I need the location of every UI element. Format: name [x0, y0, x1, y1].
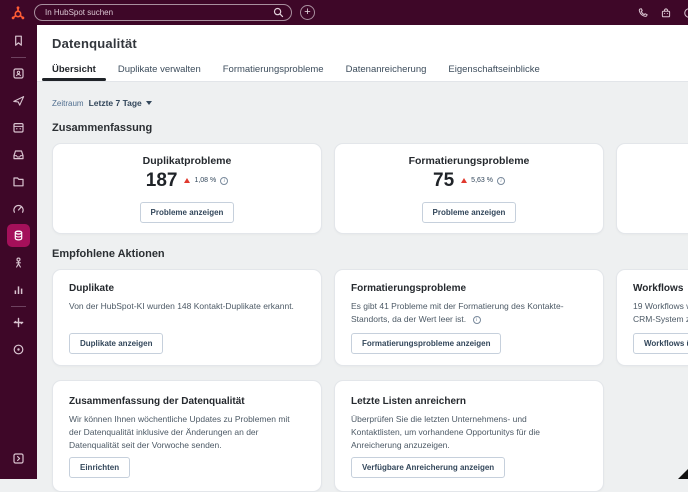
paper-plane-icon[interactable] [7, 89, 30, 112]
tab-uebersicht[interactable]: Übersicht [41, 58, 107, 81]
tab-eigenschaftseinblicke[interactable]: Eigenschaftseinblicke [437, 58, 550, 81]
timeframe-label: Zeitraum [52, 99, 84, 108]
main-content: Zeitraum Letzte 7 Tage Zusammenfassung D… [37, 82, 688, 479]
hubspot-logo-icon[interactable] [6, 5, 30, 21]
set-up-button[interactable]: Einrichten [69, 457, 130, 478]
summary-heading: Zusammenfassung [52, 122, 688, 134]
data-quality-summary-card: Zusammenfassung der Datenqualität Wir kö… [52, 380, 322, 492]
delta-value: 5,63 % [471, 177, 493, 184]
top-navigation-bar: In HubSpot suchen + [0, 0, 688, 25]
search-placeholder-text: In HubSpot suchen [45, 8, 113, 17]
bottom-card-row: Zusammenfassung der Datenqualität Wir kö… [52, 380, 688, 492]
calendar-icon[interactable] [7, 116, 30, 139]
sidebar-divider [11, 57, 26, 58]
card-title: Duplikate [69, 283, 305, 294]
tab-datenanreicherung[interactable]: Datenanreicherung [335, 58, 438, 81]
tab-formatierungsprobleme[interactable]: Formatierungsprobleme [212, 58, 335, 81]
review-workflows-button[interactable]: Workflows übe [633, 333, 688, 354]
delta-value: 1,08 % [194, 177, 216, 184]
actions-card-row: Duplikate Von der HubSpot-KI wurden 148 … [52, 269, 688, 366]
show-formatting-issues-button[interactable]: Formatierungsprobleme anzeigen [351, 333, 501, 354]
formatting-action-card: Formatierungsprobleme Es gibt 41 Problem… [334, 269, 604, 366]
timeframe-select[interactable]: Letzte 7 Tage [89, 98, 142, 108]
show-duplicates-button[interactable]: Duplikate anzeigen [69, 333, 163, 354]
card-title: Workflows [633, 283, 688, 294]
card-title: Duplikatprobleme [143, 155, 232, 167]
info-icon[interactable]: i [220, 177, 228, 185]
enrich-lists-card: Letzte Listen anreichern Überprüfen Sie … [334, 380, 604, 492]
card-title: Formatierungsprobleme [351, 283, 587, 294]
card-body: 19 Workflows werde CRM-System zu sch [633, 300, 688, 326]
duplicate-issues-count: 187 [146, 170, 178, 192]
marketplace-icon[interactable] [660, 7, 672, 19]
database-icon[interactable] [7, 224, 30, 247]
bar-chart-icon[interactable] [7, 278, 30, 301]
clock-icon[interactable] [683, 7, 688, 19]
card-title: Letzte Listen anreichern [351, 396, 587, 407]
card-body: Wir können Ihnen wöchentliche Updates zu… [69, 413, 297, 453]
duplicate-issues-card: Duplikatprobleme 187 1,08 % i Probleme a… [52, 143, 322, 234]
delta-up-icon [184, 178, 190, 183]
sidebar-divider [11, 306, 26, 307]
global-search-input[interactable]: In HubSpot suchen [34, 4, 292, 21]
timeframe-row: Zeitraum Letzte 7 Tage [52, 98, 688, 108]
show-issues-button[interactable]: Probleme anzeigen [140, 202, 235, 223]
card-body: Von der HubSpot-KI wurden 148 Kontakt-Du… [69, 300, 297, 313]
card-title: Formatierungsprobleme [409, 155, 530, 167]
page-title: Datenqualität [52, 36, 137, 51]
collapse-icon[interactable] [7, 447, 30, 470]
gauge-icon[interactable] [7, 197, 30, 220]
show-enrichment-button[interactable]: Verfügbare Anreicherung anzeigen [351, 457, 505, 478]
chevron-down-icon [146, 101, 152, 105]
bookmark-icon[interactable] [7, 29, 30, 52]
card-body: Überprüfen Sie die letzten Unternehmens-… [351, 413, 579, 453]
page-header: Datenqualität Übersicht Duplikate verwal… [37, 25, 688, 82]
contact-card-icon[interactable] [7, 62, 30, 85]
formatting-issues-count: 75 [433, 170, 454, 192]
corner-resize-handle [678, 469, 688, 479]
card-body: Es gibt 41 Probleme mit der Formatierung… [351, 300, 579, 326]
summary-card-row: Duplikatprobleme 187 1,08 % i Probleme a… [52, 143, 688, 234]
left-navigation-sidebar [0, 25, 37, 479]
actions-heading: Empfohlene Aktionen [52, 248, 688, 260]
phone-icon[interactable] [637, 7, 649, 19]
plus-sync-icon[interactable] [7, 311, 30, 334]
scan-status-card: Scannen, [616, 143, 688, 234]
folder-icon[interactable] [7, 170, 30, 193]
target-icon[interactable] [7, 338, 30, 361]
info-icon[interactable]: i [473, 316, 481, 324]
tab-bar: Übersicht Duplikate verwalten Formatieru… [41, 58, 551, 81]
tray-icon[interactable] [7, 143, 30, 166]
person-icon[interactable] [7, 251, 30, 274]
tab-duplikate-verwalten[interactable]: Duplikate verwalten [107, 58, 212, 81]
formatting-issues-card: Formatierungsprobleme 75 5,63 % i Proble… [334, 143, 604, 234]
search-icon [273, 7, 284, 18]
info-icon[interactable]: i [497, 177, 505, 185]
card-title: Zusammenfassung der Datenqualität [69, 396, 305, 407]
workflows-action-card: Workflows 19 Workflows werde CRM-System … [616, 269, 688, 366]
delta-up-icon [461, 178, 467, 183]
duplicates-action-card: Duplikate Von der HubSpot-KI wurden 148 … [52, 269, 322, 366]
create-button[interactable]: + [300, 5, 315, 20]
show-issues-button[interactable]: Probleme anzeigen [422, 202, 517, 223]
